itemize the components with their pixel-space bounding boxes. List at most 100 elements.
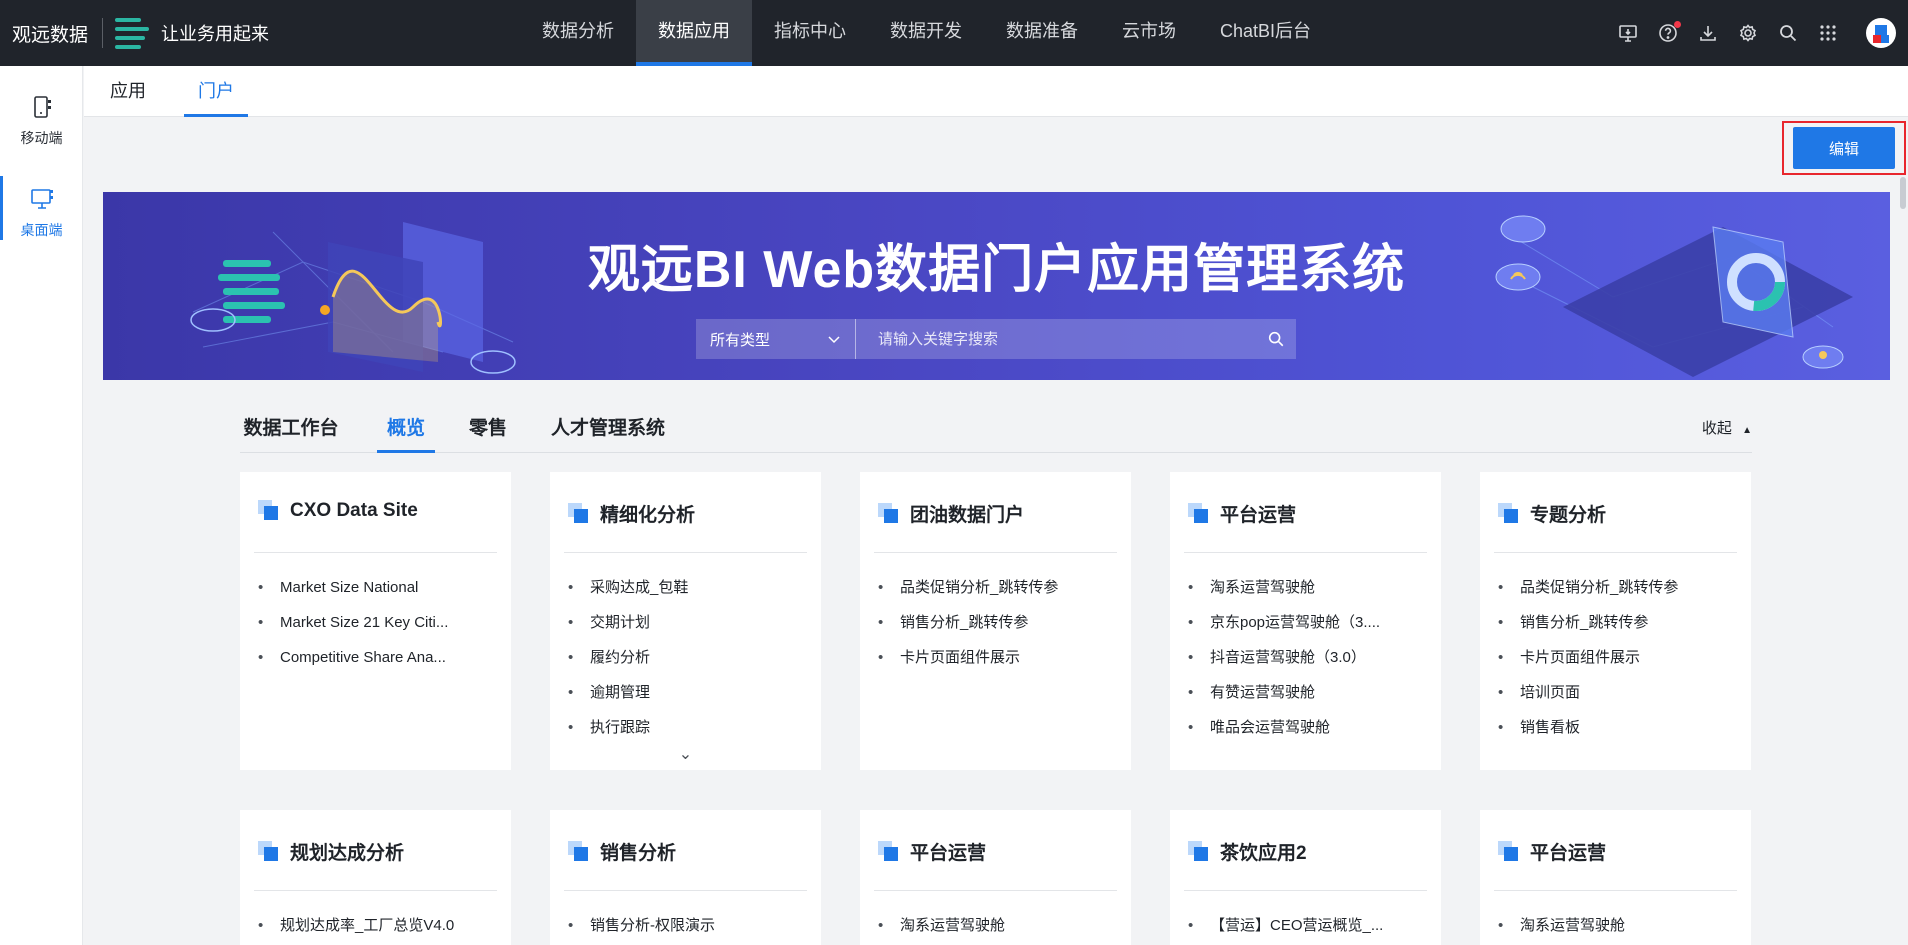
tab-overview[interactable]: 概览 <box>377 405 435 453</box>
card-list-item[interactable]: • 规划达成率_工厂总览V4.0 <box>258 916 454 945</box>
rail-item-mobile[interactable]: 移动端 <box>0 84 83 158</box>
search-type-label: 所有类型 <box>710 331 771 349</box>
list-bullet: • <box>568 649 574 666</box>
edit-button[interactable]: 编辑 <box>1793 127 1895 169</box>
card-list-item[interactable]: • 卡片页面组件展示 <box>1498 648 1678 683</box>
card-header[interactable]: 平台运营 <box>1188 500 1296 527</box>
card-list-item[interactable]: • 淘系运营驾驶舱 <box>1498 916 1625 945</box>
card-list-item[interactable]: • 淘系运营驾驶舱 <box>1188 578 1380 613</box>
card-list-item-label: 采购达成_包鞋 <box>590 579 689 596</box>
card-header[interactable]: 平台运营 <box>1498 838 1606 865</box>
portal-card: 规划达成分析 • 规划达成率_工厂总览V4.0 <box>240 810 511 945</box>
card-list-item-label: 淘系运营驾驶舱 <box>1210 579 1316 596</box>
card-divider <box>1184 552 1427 553</box>
card-list-item[interactable]: • 销售看板 <box>1498 718 1678 753</box>
nav-data-development[interactable]: 数据开发 <box>868 0 984 66</box>
screen-download-icon[interactable] <box>1618 23 1638 43</box>
search-icon[interactable] <box>1256 319 1296 359</box>
search-type-select[interactable]: 所有类型 <box>696 319 856 359</box>
banner-device-illustration <box>1495 215 1853 377</box>
portal-card: CXO Data Site • Market Size National • Marke… <box>240 472 511 770</box>
card-list-item[interactable]: • 销售分析-权限演示 <box>568 916 715 945</box>
tab-talent-management[interactable]: 人才管理系统 <box>550 405 666 453</box>
tab-data-workbench[interactable]: 数据工作台 <box>240 405 342 453</box>
slogan-text: 让业务用起来 <box>161 24 270 44</box>
nav-cloud-market[interactable]: 云市场 <box>1100 0 1198 66</box>
portal-card: 专题分析 • 品类促销分析_跳转传参 • 销售分析_跳转传参 • 卡片页面组件展示 • 培训页面… <box>1480 472 1751 770</box>
tab-retail[interactable]: 零售 <box>466 405 510 453</box>
collapse-toggle[interactable]: 收起 ▲ <box>1702 405 1752 453</box>
app-card-icon <box>878 502 900 525</box>
brand-name[interactable]: 观远数据 <box>12 20 88 47</box>
expand-more-icon[interactable]: ⌄ <box>550 744 821 764</box>
nav-data-application[interactable]: 数据应用 <box>636 0 752 66</box>
card-list-item-label: 培训页面 <box>1520 684 1581 701</box>
list-bullet: • <box>1188 684 1194 701</box>
search-input[interactable] <box>856 319 1256 359</box>
card-title: 团油数据门户 <box>910 505 1025 526</box>
help-icon[interactable] <box>1658 21 1681 43</box>
apps-grid-icon[interactable] <box>1818 23 1838 43</box>
scrollbar-thumb[interactable] <box>1900 177 1906 209</box>
card-list-item[interactable]: • 履约分析 <box>568 648 688 683</box>
card-header[interactable]: 茶饮应用2 <box>1188 838 1307 865</box>
download-icon[interactable] <box>1698 23 1718 43</box>
card-header[interactable]: CXO Data Site <box>258 500 418 522</box>
list-bullet: • <box>258 579 264 596</box>
list-bullet: • <box>1498 719 1504 736</box>
header-tools <box>1618 0 1896 66</box>
card-list-item[interactable]: • 采购达成_包鞋 <box>568 578 688 613</box>
settings-icon[interactable] <box>1738 23 1758 43</box>
card-list-item-label: 销售看板 <box>1520 719 1581 736</box>
card-list-item[interactable]: • 有赞运营驾驶舱 <box>1188 683 1380 718</box>
card-header[interactable]: 精细化分析 <box>568 500 695 527</box>
card-item-list: • 淘系运营驾驶舱 • 京东pop运营驾驶舱（3.... • 抖音运营驾驶舱（3.0） • 有… <box>1188 578 1380 753</box>
card-list-item[interactable]: • 淘系运营驾驶舱 <box>878 916 1005 945</box>
card-list-item[interactable]: • 京东pop运营驾驶舱（3.... <box>1188 613 1380 648</box>
portal-tabs: 数据工作台 概览 零售 人才管理系统 收起 ▲ <box>240 405 1752 453</box>
card-header[interactable]: 销售分析 <box>568 838 676 865</box>
nav-metric-center[interactable]: 指标中心 <box>752 0 868 66</box>
card-list-item[interactable]: • 交期计划 <box>568 613 688 648</box>
card-list-item[interactable]: • Market Size 21 Key Citi... <box>258 613 448 648</box>
list-bullet: • <box>1188 917 1194 934</box>
portal-banner: 观远BI Web数据门户应用管理系统 所有类型 <box>103 192 1890 380</box>
card-list-item[interactable]: • 抖音运营驾驶舱（3.0） <box>1188 648 1380 683</box>
list-bullet: • <box>1188 649 1194 666</box>
card-list-item[interactable]: • 品类促销分析_跳转传参 <box>1498 578 1678 613</box>
list-bullet: • <box>1498 579 1504 596</box>
list-bullet: • <box>1498 684 1504 701</box>
app-card-icon <box>1188 502 1210 525</box>
portal-card: 平台运营 • 淘系运营驾驶舱 <box>1480 810 1751 945</box>
search-icon[interactable] <box>1778 23 1798 43</box>
card-title: CXO Data Site <box>290 500 418 521</box>
nav-data-analysis[interactable]: 数据分析 <box>520 0 636 66</box>
card-list-item[interactable]: • 【营运】CEO营运概览_... <box>1188 916 1383 945</box>
card-list-item-label: 销售分析-权限演示 <box>590 917 715 934</box>
card-header[interactable]: 平台运营 <box>878 838 986 865</box>
card-header[interactable]: 专题分析 <box>1498 500 1606 527</box>
card-list-item[interactable]: • Market Size National <box>258 578 448 613</box>
tab-portal[interactable]: 门户 <box>184 66 248 117</box>
edit-button-highlight: 编辑 <box>1782 121 1906 175</box>
list-bullet: • <box>1498 614 1504 631</box>
card-list-item-label: 品类促销分析_跳转传参 <box>1520 579 1679 596</box>
card-list-item[interactable]: • 销售分析_跳转传参 <box>878 613 1058 648</box>
card-title: 平台运营 <box>1530 843 1607 864</box>
nav-chatbi-admin[interactable]: ChatBI后台 <box>1198 0 1333 66</box>
nav-data-preparation[interactable]: 数据准备 <box>984 0 1100 66</box>
card-item-list: • 品类促销分析_跳转传参 • 销售分析_跳转传参 • 卡片页面组件展示 <box>878 578 1058 683</box>
card-list-item-label: 抖音运营驾驶舱（3.0） <box>1210 649 1366 666</box>
avatar[interactable] <box>1866 18 1896 48</box>
card-list-item[interactable]: • Competitive Share Ana... <box>258 648 448 683</box>
card-header[interactable]: 团油数据门户 <box>878 500 1024 527</box>
card-list-item[interactable]: • 唯品会运营驾驶舱 <box>1188 718 1380 753</box>
card-list-item[interactable]: • 卡片页面组件展示 <box>878 648 1058 683</box>
card-header[interactable]: 规划达成分析 <box>258 838 404 865</box>
card-list-item[interactable]: • 销售分析_跳转传参 <box>1498 613 1678 648</box>
card-list-item[interactable]: • 品类促销分析_跳转传参 <box>878 578 1058 613</box>
tab-application[interactable]: 应用 <box>106 66 150 117</box>
card-list-item[interactable]: • 逾期管理 <box>568 683 688 718</box>
rail-item-desktop[interactable]: 桌面端 <box>0 176 83 250</box>
card-list-item[interactable]: • 培训页面 <box>1498 683 1678 718</box>
